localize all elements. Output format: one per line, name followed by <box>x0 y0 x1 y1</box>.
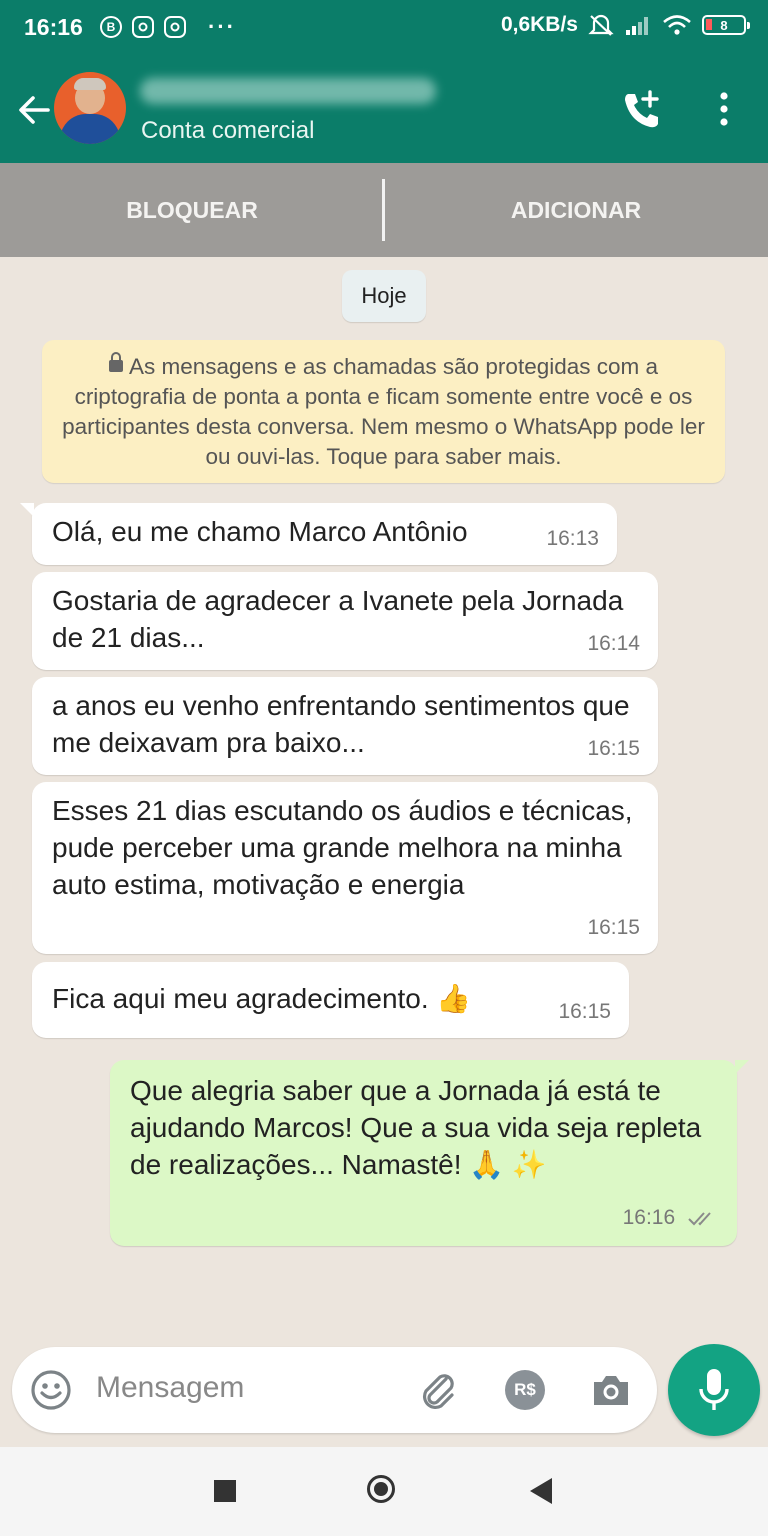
signal-icon <box>626 17 648 35</box>
message-text: Gostaria de agradecer a Ivanete pela Jor… <box>52 585 624 653</box>
message-composer[interactable]: Mensagem R$ <box>12 1347 657 1433</box>
message-bubble[interactable]: Esses 21 dias escutando os áudios e técn… <box>32 782 658 954</box>
message-bubble-outgoing[interactable]: Que alegria saber que a Jornada já está … <box>110 1060 749 1246</box>
status-right: 0,6KB/s 8 <box>500 13 750 37</box>
payment-icon[interactable]: R$ <box>505 1370 545 1410</box>
lock-icon <box>108 352 123 373</box>
camera-icon[interactable] <box>590 1370 632 1410</box>
encryption-notice-text: As mensagens e as chamadas são protegida… <box>62 354 705 469</box>
add-contact-button[interactable]: ADICIONAR <box>384 163 768 257</box>
battery-level: 8 <box>720 17 728 33</box>
message-time: 16:15 <box>587 737 640 760</box>
mute-icon <box>588 14 614 36</box>
message-time: 16:16 <box>622 1206 676 1229</box>
read-ticks-icon <box>688 1212 711 1226</box>
more-options-icon[interactable] <box>712 90 736 130</box>
date-chip: Hoje <box>342 270 426 322</box>
voice-message-button[interactable] <box>668 1344 760 1436</box>
status-bar: 16:16 B ··· 0,6KB/s 8 <box>0 0 768 56</box>
message-input[interactable]: Mensagem <box>96 1371 244 1405</box>
message-time: 16:13 <box>546 527 599 550</box>
notification-icons: B ··· <box>100 14 236 40</box>
message-meta: 16:16 <box>623 1199 717 1236</box>
message-text: a anos eu venho enfrentando sentimentos … <box>52 690 630 758</box>
system-navigation-bar <box>0 1447 768 1536</box>
message-text: Esses 21 dias escutando os áudios e técn… <box>52 795 633 900</box>
message-text: Olá, eu me chamo Marco Antônio <box>52 516 468 547</box>
message-time: 16:14 <box>587 632 640 655</box>
message-text: Que alegria saber que a Jornada já está … <box>130 1075 702 1180</box>
network-speed: 0,6KB/s <box>500 13 578 36</box>
contact-name-blurred[interactable] <box>140 78 436 104</box>
recents-button[interactable] <box>214 1480 236 1502</box>
microphone-icon <box>699 1369 729 1410</box>
system-back-button[interactable] <box>530 1478 552 1504</box>
message-time: 16:15 <box>587 916 640 939</box>
b-badge-icon: B <box>100 16 122 38</box>
instagram-icon <box>164 16 186 38</box>
contact-avatar[interactable] <box>54 72 126 144</box>
more-notifications-icon: ··· <box>208 14 236 39</box>
home-button[interactable] <box>367 1475 395 1503</box>
app-header: 16:16 B ··· 0,6KB/s 8 Conta comercial <box>0 0 768 163</box>
message-bubble[interactable]: a anos eu venho enfrentando sentimentos … <box>32 677 658 775</box>
message-bubble[interactable]: Olá, eu me chamo Marco Antônio 16:13 <box>20 503 617 565</box>
emoji-icon[interactable] <box>30 1369 72 1411</box>
instagram-icon <box>132 16 154 38</box>
add-call-icon[interactable] <box>620 88 664 132</box>
wifi-icon <box>663 15 691 35</box>
encryption-notice[interactable]: As mensagens e as chamadas são protegida… <box>42 340 725 483</box>
message-bubble[interactable]: Fica aqui meu agradecimento. 👍 16:15 <box>32 962 629 1038</box>
battery-icon: 8 <box>702 15 750 35</box>
message-bubble[interactable]: Gostaria de agradecer a Ivanete pela Jor… <box>32 572 658 670</box>
block-button[interactable]: BLOQUEAR <box>0 163 384 257</box>
message-text: Fica aqui meu agradecimento. 👍 <box>52 983 472 1014</box>
attach-icon[interactable] <box>416 1369 460 1413</box>
divider <box>382 179 385 241</box>
contact-subtitle[interactable]: Conta comercial <box>141 117 314 145</box>
status-time: 16:16 <box>24 14 83 40</box>
unknown-contact-actions: BLOQUEAR ADICIONAR <box>0 163 768 257</box>
back-arrow-icon[interactable] <box>14 90 54 130</box>
message-time: 16:15 <box>558 1000 611 1023</box>
